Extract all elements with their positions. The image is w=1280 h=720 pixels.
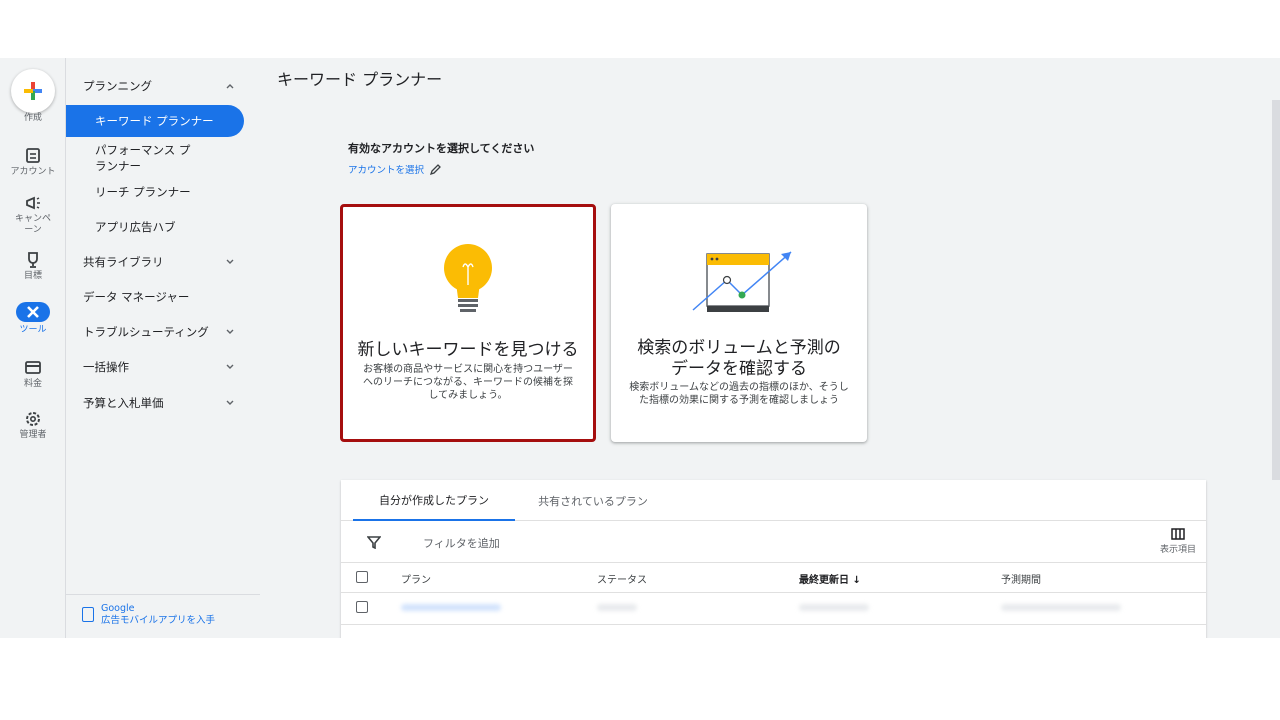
phone-download-icon [82,607,94,622]
columns-button[interactable]: 表示項目 [1160,528,1196,555]
column-header-plan[interactable]: プラン [401,571,431,586]
tab-my-plans-label: 自分が作成したプラン [379,493,489,507]
forecast-card[interactable]: 検索のボリュームと予測のデータを確認する 検索ボリュームなどの過去の指標のほか、… [611,204,867,442]
nav-section-bulk[interactable]: 一括操作 [66,351,260,383]
rail-create-label: 作成 [23,113,42,123]
column-header-status[interactable]: ステータス [597,571,647,586]
gear-icon [26,412,40,426]
account-icon [26,148,40,163]
rail-admin-label: 管理者 [19,430,47,440]
mobile-app-link[interactable]: Google 広告モバイルアプリを入手 [66,594,260,627]
row-divider [341,624,1206,625]
trend-chart-icon [692,251,792,312]
rail-campaign-label: キャンペーン [14,214,51,235]
column-header-last-updated[interactable]: 最終更新日 ↓ [799,571,861,586]
chevron-down-icon [226,364,234,369]
rail-billing-label: 料金 [23,379,42,389]
plan-tabs: 自分が作成したプラン 共有されているプラン [341,480,1206,521]
rail-tools-label: ツール [19,325,47,335]
tools-pill [16,302,50,322]
account-prompt: 有効なアカウントを選択してください [348,142,535,155]
forecast-title: 検索のボリュームと予測のデータを確認する [637,338,841,379]
nav-section-planning[interactable]: プランニング [66,70,260,102]
blurred-plan-name [401,604,501,611]
plus-icon [24,82,42,100]
rail-item-tools[interactable]: ツール [0,302,66,336]
nav-item-data-manager[interactable]: データ マネージャー [66,281,260,313]
blurred-period [1001,604,1121,611]
select-account-link[interactable]: アカウントを選択 [348,162,442,176]
rail-goals-label: 目標 [23,271,42,281]
nav-budget-label: 予算と入札単価 [83,396,164,410]
lightbulb-icon [444,244,492,312]
nav-performance-planner-label: パフォーマンス プランナー [95,143,191,173]
left-rail: 作成 アカウント キャンペーン 目標 ツール 料金 管理者 [0,58,66,638]
nav-app-ad-hub-label: アプリ広告ハブ [95,220,176,234]
rail-item-campaign[interactable]: キャンペーン [0,194,66,236]
plans-table-card: 自分が作成したプラン 共有されているプラン フィルタを追加 表示項目 プラン ス… [341,480,1206,638]
tab-my-plans[interactable]: 自分が作成したプラン [353,480,515,521]
rail-item-admin[interactable]: 管理者 [0,410,66,441]
nav-shared-library-label: 共有ライブラリ [83,255,164,269]
tools-icon [27,306,39,318]
nav-item-keyword-planner[interactable]: キーワード プランナー [66,105,244,137]
mobile-app-label: 広告モバイルアプリを入手 [101,615,216,626]
rail-account-label: アカウント [10,167,56,177]
pencil-icon [429,163,441,175]
table-row[interactable] [341,593,1206,623]
nav-planning-label: プランニング [83,79,152,93]
forecast-desc: 検索ボリュームなどの過去の指標のほか、そうした指標の効果に関する予測を確認しまし… [629,382,849,406]
blurred-date [799,604,869,611]
credit-card-icon [25,361,41,374]
nav-section-troubleshooting[interactable]: トラブルシューティング [66,316,260,348]
tab-shared-plans[interactable]: 共有されているプラン [527,480,659,521]
nav-item-app-ad-hub[interactable]: アプリ広告ハブ [66,211,260,243]
column-header-forecast-period[interactable]: 予測期間 [1001,571,1041,586]
rail-item-account[interactable]: アカウント [0,147,66,178]
select-all-checkbox[interactable] [356,571,368,583]
chevron-down-icon [226,259,234,264]
nav-section-shared-library[interactable]: 共有ライブラリ [66,246,260,278]
nav-item-reach-planner[interactable]: リーチ プランナー [66,176,260,208]
tools-nav-panel: プランニング キーワード プランナー パフォーマンス プランナー リーチ プラン… [66,58,260,638]
discover-keywords-title: 新しいキーワードを見つける [357,340,579,360]
row-checkbox[interactable] [356,601,368,613]
chevron-down-icon [226,329,234,334]
chevron-down-icon [226,400,234,405]
megaphone-icon [26,196,40,210]
nav-data-manager-label: データ マネージャー [83,290,190,304]
app-stage: 作成 アカウント キャンペーン 目標 ツール 料金 管理者 プランニング キーワ… [0,58,1280,638]
page-scrollbar[interactable] [1272,100,1280,480]
nav-item-performance-planner[interactable]: パフォーマンス プランナー [66,138,260,178]
main-content: キーワード プランナー 有効なアカウントを選択してください アカウントを選択 新… [260,58,1280,638]
discover-keywords-card[interactable]: 新しいキーワードを見つける お客様の商品やサービスに関心を持つユーザーへのリーチ… [340,204,596,442]
chevron-up-icon [226,84,234,89]
blurred-status [597,604,637,611]
discover-keywords-desc: お客様の商品やサービスに関心を持つユーザーへのリーチにつながる、キーワードの候補… [363,364,573,401]
nav-section-budget[interactable]: 予算と入札単価 [66,387,260,419]
create-button[interactable] [11,69,55,113]
nav-keyword-planner-label: キーワード プランナー [95,114,214,128]
add-filter-button[interactable]: フィルタを追加 [423,535,500,551]
select-account-label: アカウントを選択 [348,165,425,176]
rail-item-billing[interactable]: 料金 [0,359,66,390]
page-title: キーワード プランナー [277,70,443,89]
columns-icon [1171,528,1185,540]
nav-reach-planner-label: リーチ プランナー [95,185,191,199]
nav-troubleshooting-label: トラブルシューティング [83,325,209,339]
filter-icon[interactable] [367,535,381,549]
nav-bulk-label: 一括操作 [83,360,129,374]
rail-item-goals[interactable]: 目標 [0,251,66,282]
trophy-icon [28,252,38,268]
tab-shared-plans-label: 共有されているプラン [538,494,648,508]
mobile-app-brand: Google [101,603,135,614]
filter-bar: フィルタを追加 表示項目 [341,521,1206,563]
columns-label: 表示項目 [1159,545,1196,555]
